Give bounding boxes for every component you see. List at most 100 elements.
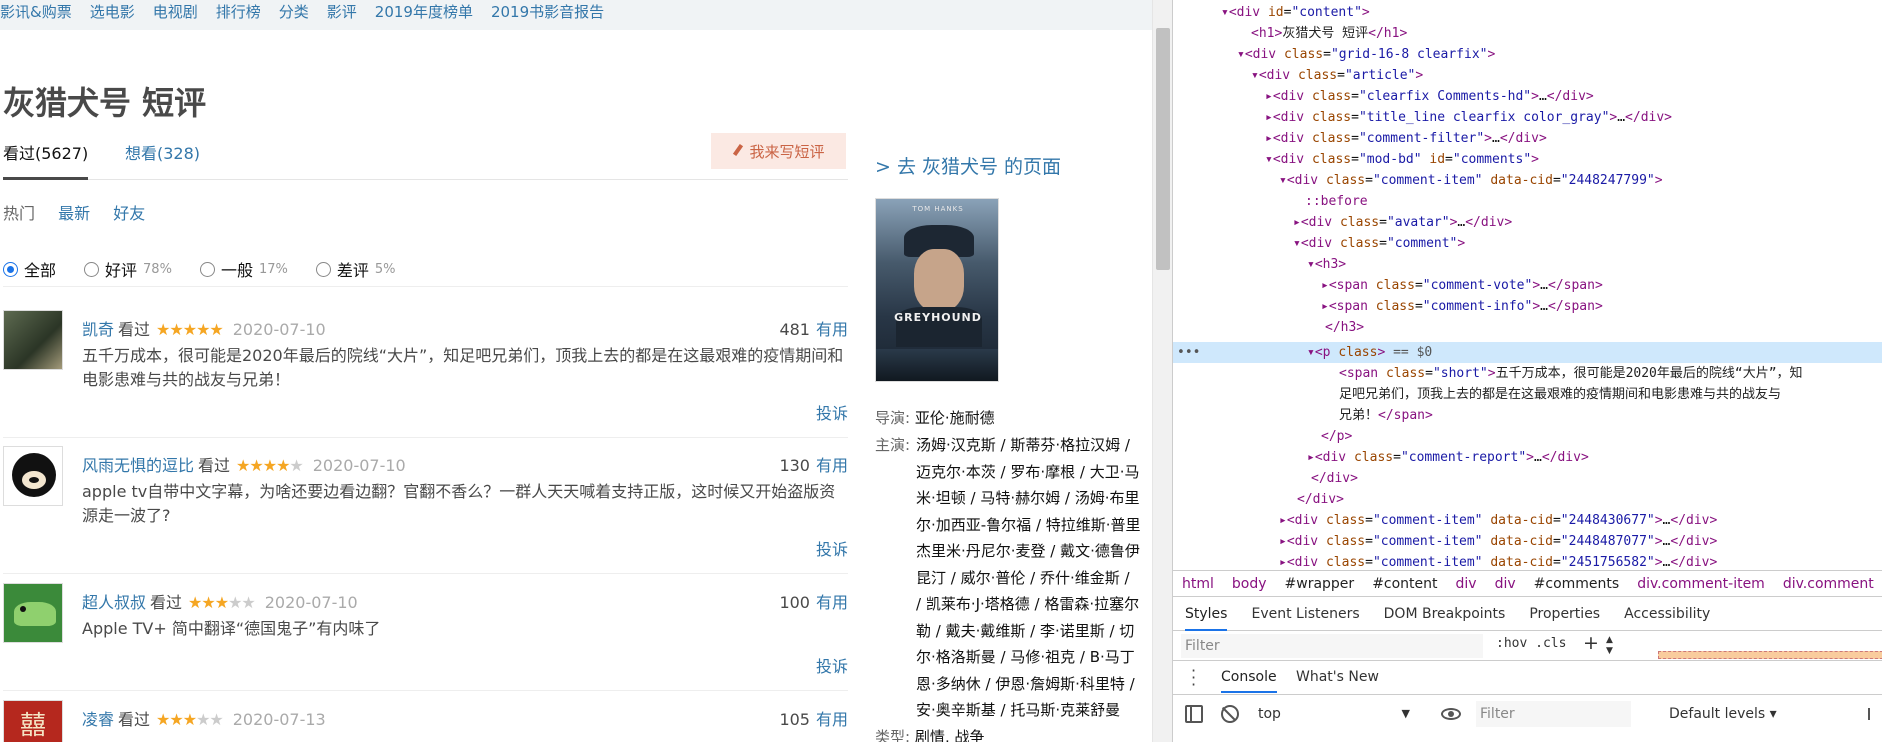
comment-user[interactable]: 风雨无惧的逗比 [82,456,194,475]
dom-node[interactable]: ▾<div class="comment-item" data-cid="244… [1279,170,1663,191]
rating-ok[interactable]: 一般 17% [199,252,288,286]
dom-node[interactable]: ▸<div class="comment-item" data-cid="244… [1279,510,1717,531]
breadcrumb-item[interactable]: #comments [1534,576,1620,592]
director-name[interactable]: 亚伦·施耐德 [915,409,995,427]
avatar[interactable] [3,583,63,643]
dom-node[interactable]: <span class="short">五千万成本，很可能是2020年最后的院线… [1339,363,1803,384]
settings-icon[interactable] [1868,708,1878,720]
dom-node[interactable]: ▸<div class="avatar">…</div> [1293,212,1512,233]
expand-arrows-icon[interactable]: ▲ ▼ [1606,635,1613,657]
dom-node[interactable]: ▾<div class="mod-bd" id="comments"> [1265,149,1539,170]
useful-button[interactable]: 有用 [816,710,848,729]
dom-node[interactable]: </p> [1321,426,1352,447]
tab-dom-breakpoints[interactable]: DOM Breakpoints [1384,606,1506,622]
report-link[interactable]: 投诉 [816,400,848,424]
dom-node[interactable]: ▸<div class="comment-item" data-cid="245… [1279,552,1717,567]
sidebar-toggle-icon[interactable] [1185,705,1203,723]
breadcrumb-item[interactable]: div [1495,576,1516,592]
dom-node[interactable]: <h1>灰猎犬号 短评</h1> [1251,23,1407,44]
breadcrumb-item[interactable]: div [1456,576,1477,592]
dom-node-selected[interactable]: ▾<p class> == $0 [1307,342,1432,363]
go-to-movie-link[interactable]: > 去 灰猎犬号 的页面 [875,152,1061,179]
console-filter-input[interactable]: Filter [1476,701,1631,727]
tab-want[interactable]: 想看(328) [125,140,200,164]
dom-node[interactable]: ▸<span class="comment-info">…</span> [1321,296,1603,317]
movie-poster[interactable]: TOM HANKS GREYHOUND [875,198,999,382]
tab-styles[interactable]: Styles [1185,606,1228,631]
breadcrumb-item[interactable]: #content [1372,576,1437,592]
report-link[interactable]: 投诉 [816,536,848,560]
nav-item-movies[interactable]: 选电影 [90,1,153,22]
comment-user[interactable]: 凌睿 [82,710,114,729]
context-select[interactable]: top ▼ [1250,701,1420,727]
dom-node[interactable]: </h3> [1325,317,1364,338]
rating-bad[interactable]: 差评 5% [315,252,396,286]
tab-properties[interactable]: Properties [1529,606,1600,622]
comment-text: 五千万成本，很可能是2020年最后的院线“大片”，知足吧兄弟们，顶我上去的都是在… [82,346,844,389]
report-link[interactable]: 投诉 [816,653,848,677]
avatar[interactable] [3,310,63,370]
tab-watched[interactable]: 看过(5627) [3,140,89,180]
scrollbar-thumb[interactable] [1156,28,1170,270]
nav-item-2019-report[interactable]: 2019书影音报告 [491,1,622,22]
breadcrumb-item[interactable]: div.comment-item [1637,576,1765,592]
pencil-icon [732,144,744,158]
avatar[interactable] [3,446,63,506]
comment-user[interactable]: 凯奇 [82,320,114,339]
add-rule-icon[interactable]: + [1583,632,1599,654]
sort-latest[interactable]: 最新 [58,204,90,223]
dom-node[interactable]: ▾<div class="comment"> [1293,233,1465,254]
tab-accessibility[interactable]: Accessibility [1624,606,1710,622]
radio-selected-icon[interactable] [3,261,18,277]
breadcrumb-item[interactable]: body [1232,576,1267,592]
tab-event-listeners[interactable]: Event Listeners [1251,606,1359,622]
cls-label[interactable]: .cls [1535,636,1566,651]
breadcrumb-item[interactable]: #wrapper [1285,576,1355,592]
sort-hot[interactable]: 热门 [3,204,35,223]
page-scrollbar[interactable] [1152,0,1172,742]
dom-node[interactable]: ▸<div class="title_line clearfix color_g… [1265,107,1672,128]
nav-item-reviews[interactable]: 影评 [327,1,375,22]
useful-button[interactable]: 有用 [816,593,848,612]
nav-item-2019-list[interactable]: 2019年度榜单 [375,1,491,22]
tab-whats-new[interactable]: What's New [1296,669,1379,685]
cast-line: 勒 / 戴夫·戴维斯 / 李·诺里斯 / 切 [916,621,1135,640]
dom-node[interactable]: ▾<div class="article"> [1251,65,1423,86]
more-tabs-icon[interactable]: · · · [1191,663,1196,693]
radio-icon[interactable] [199,261,215,277]
dom-node[interactable]: ▸<div class="comment-filter">…</div> [1265,128,1547,149]
write-comment-button[interactable]: 我来写短评 [711,133,846,169]
rating-all[interactable]: 全部 [3,252,56,286]
sort-friends[interactable]: 好友 [113,204,145,223]
styles-filter-input[interactable]: Filter [1181,634,1483,658]
nav-item-tv[interactable]: 电视剧 [153,1,216,22]
useful-button[interactable]: 有用 [816,456,848,475]
dom-node[interactable]: ▸<span class="comment-vote">…</span> [1321,275,1603,296]
clear-console-icon[interactable] [1221,705,1239,723]
nav-item-rankings[interactable]: 排行榜 [216,1,279,22]
dom-node[interactable]: ▾<div id="content"> [1221,2,1370,23]
tab-console[interactable]: Console [1221,669,1277,693]
nav-item-tickets[interactable]: 影讯&购票 [0,1,90,22]
comment-user[interactable]: 超人叔叔 [82,593,146,612]
log-levels-select[interactable]: Default levels ▾ [1669,701,1777,727]
radio-icon[interactable] [84,261,100,277]
useful-button[interactable]: 有用 [816,320,848,339]
breadcrumb-item[interactable]: html [1182,576,1214,592]
dom-node[interactable]: </div> [1297,489,1344,510]
hov-toggle[interactable]: :hov .cls [1496,636,1566,651]
dom-node[interactable]: ▸<div class="clearfix Comments-hd">…</di… [1265,86,1594,107]
nav-item-categories[interactable]: 分类 [279,1,327,22]
dom-node[interactable]: ▸<div class="comment-report">…</div> [1307,447,1589,468]
dom-node[interactable]: ▾<div class="grid-16-8 clearfix"> [1237,44,1495,65]
dom-node[interactable]: </div> [1311,468,1358,489]
rating-good[interactable]: 好评 78% [84,252,172,286]
dom-node[interactable]: ▾<h3> [1307,254,1346,275]
radio-icon[interactable] [315,261,331,277]
more-icon[interactable]: ••• [1177,342,1200,363]
dom-pseudo[interactable]: ::before [1305,191,1368,212]
dom-node[interactable]: ▸<div class="comment-item" data-cid="244… [1279,531,1717,552]
eye-icon[interactable] [1441,708,1461,720]
breadcrumb-item[interactable]: div.comment [1783,576,1874,592]
avatar[interactable]: 囍 [3,700,63,742]
